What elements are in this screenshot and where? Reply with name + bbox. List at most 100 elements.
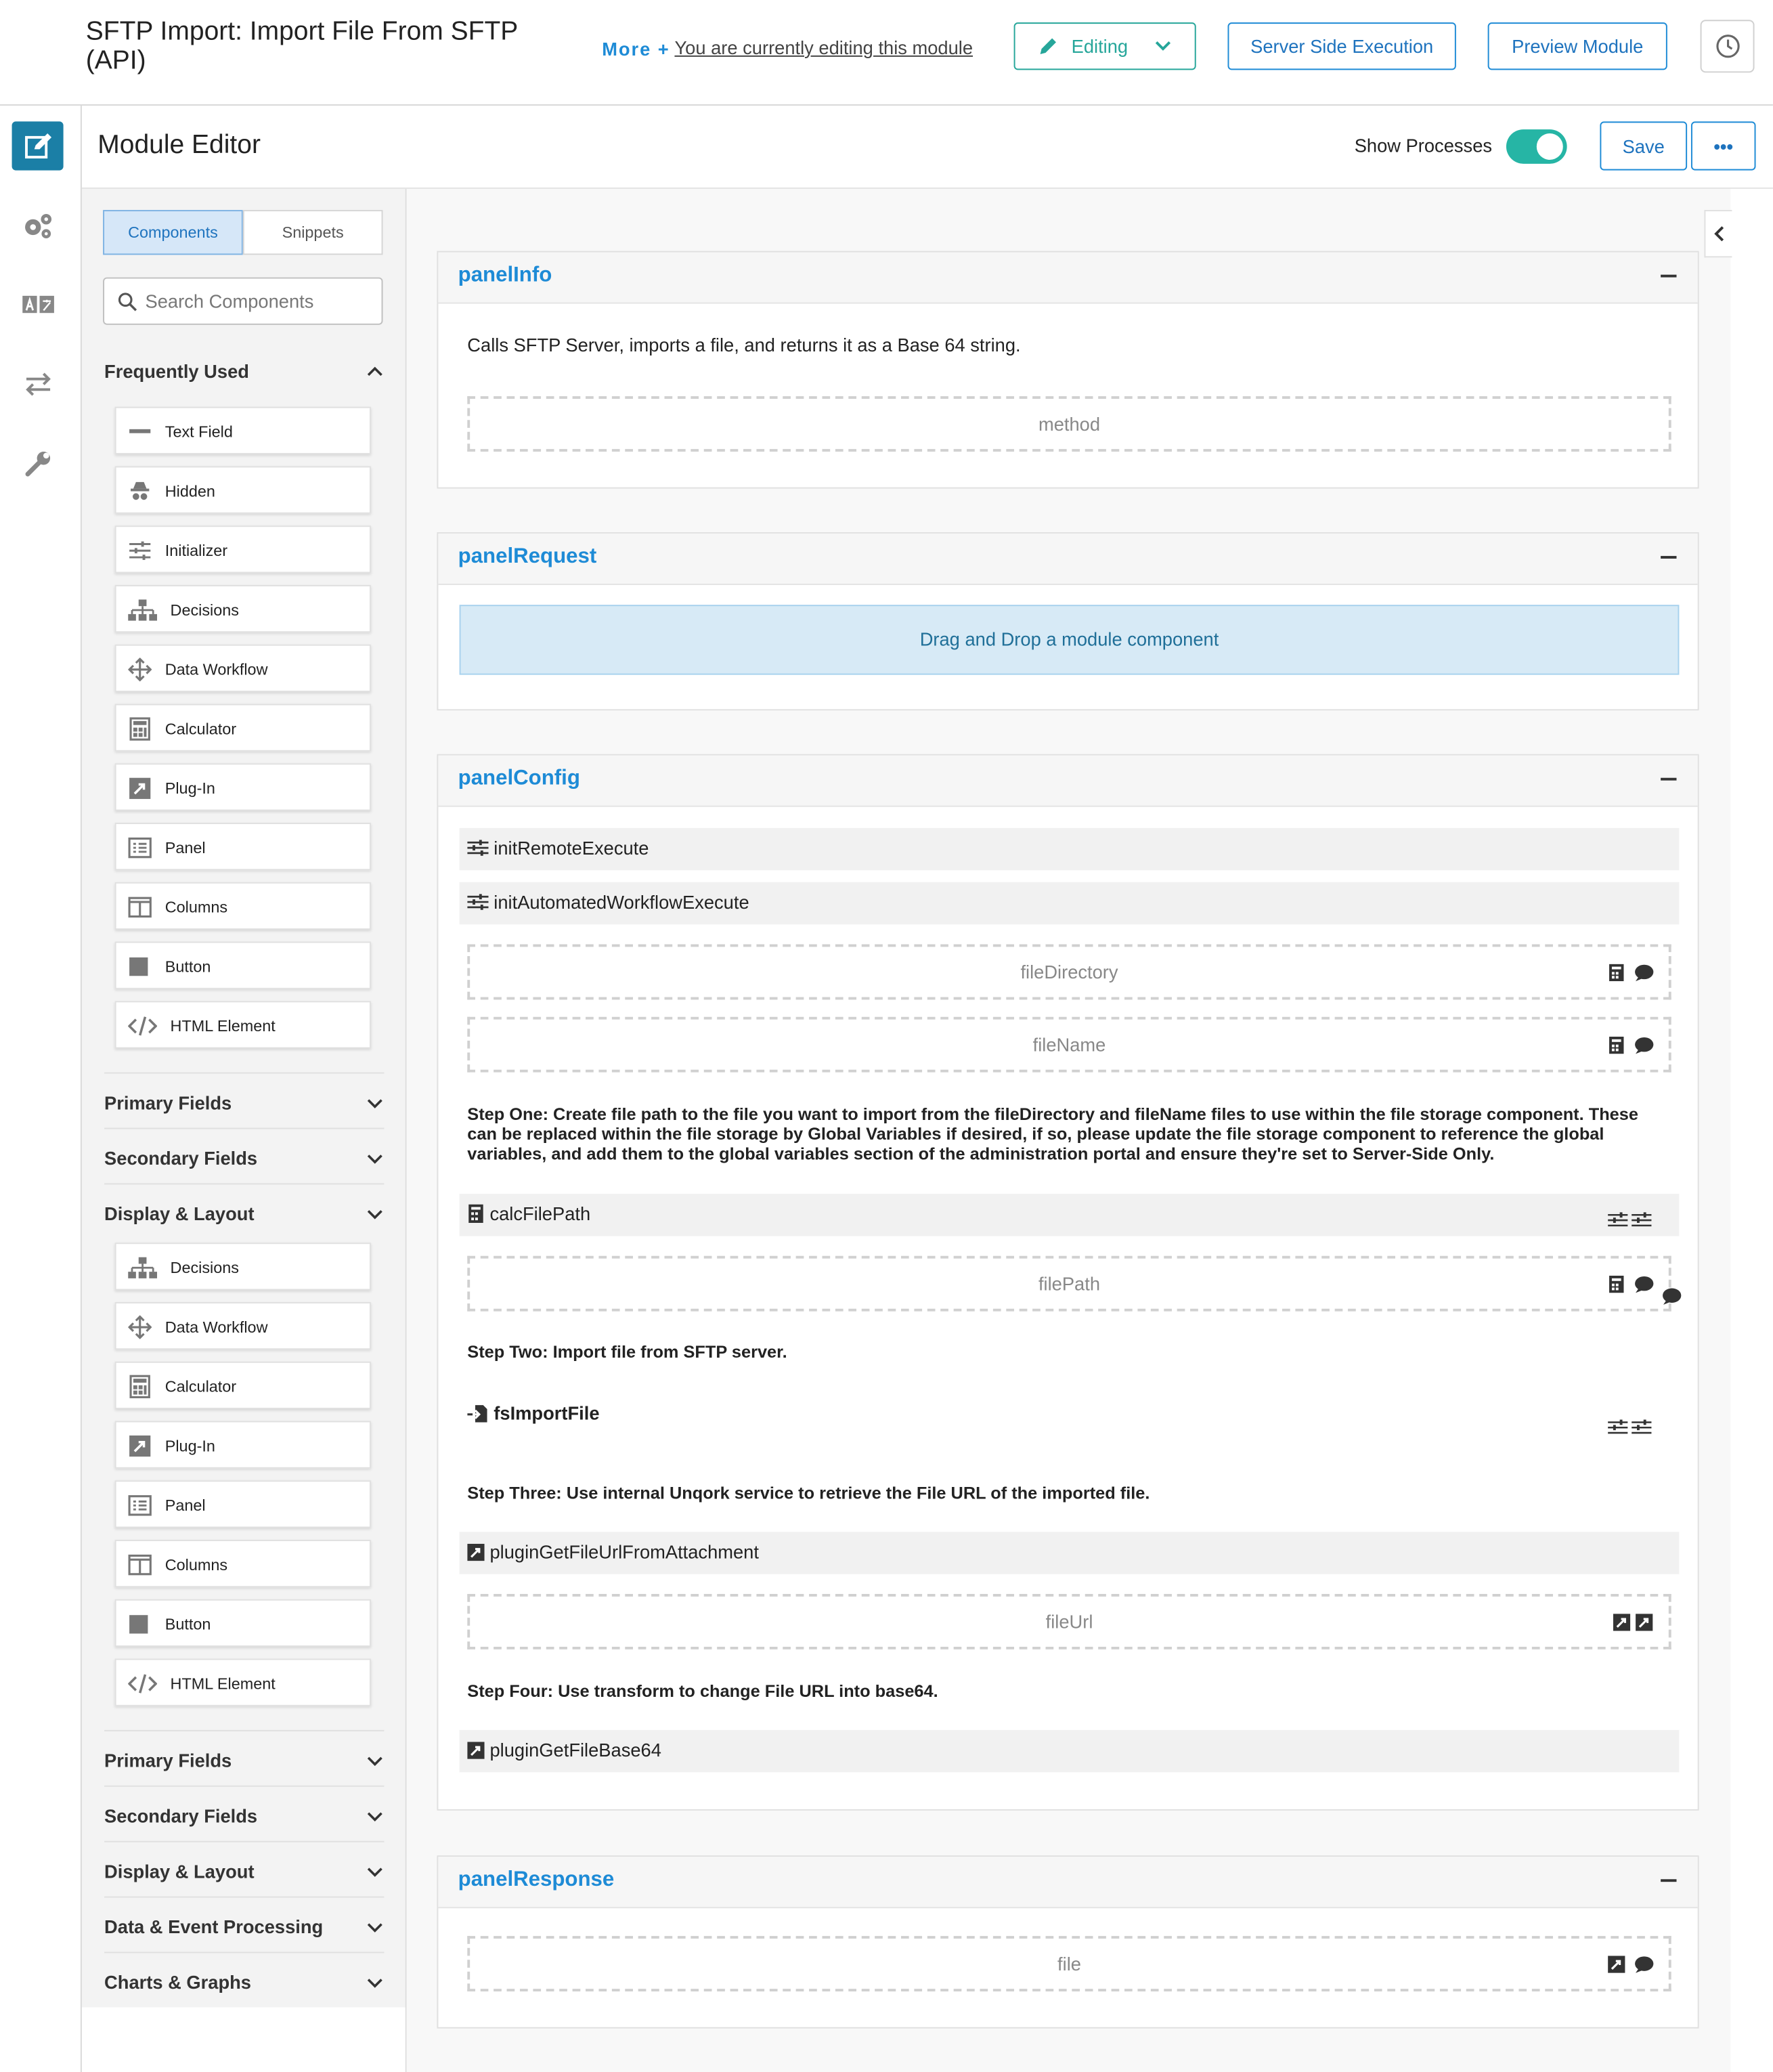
- component-key: pluginGetFileUrlFromAttachment: [489, 1541, 759, 1563]
- step-three-text: Step Three: Use internal Unqork service …: [467, 1483, 1150, 1503]
- section-data-event-processing[interactable]: Data & Event Processing: [104, 1916, 384, 1937]
- divider: [104, 1785, 385, 1787]
- step-two-text: Step Two: Import file from SFTP server.: [467, 1341, 787, 1362]
- comment-icon: [1635, 1956, 1654, 1973]
- panel-title: panelRequest: [458, 545, 597, 568]
- save-button[interactable]: Save: [1600, 121, 1688, 171]
- component-key: pluginGetFileBase64: [489, 1739, 661, 1761]
- more-link[interactable]: More +: [602, 39, 670, 60]
- rail-translations[interactable]: [12, 280, 64, 328]
- component-label: Decisions: [170, 1258, 240, 1277]
- show-processes-toggle[interactable]: [1506, 129, 1567, 164]
- calculator-icon: [468, 1204, 483, 1223]
- chevron-down-icon: [367, 1979, 382, 1988]
- chevron-down-icon: [367, 1099, 382, 1108]
- rail-module-editor[interactable]: [12, 121, 64, 171]
- history-button[interactable]: [1700, 20, 1755, 73]
- section-frequently-used[interactable]: Frequently Used: [104, 360, 384, 382]
- drop-zone[interactable]: Drag and Drop a module component: [459, 605, 1680, 675]
- divider: [104, 1951, 385, 1954]
- section-display-layout[interactable]: Display & Layout: [104, 1203, 384, 1224]
- collapse-panel-button[interactable]: [1704, 210, 1732, 258]
- divider: [104, 1729, 385, 1731]
- component-decisions[interactable]: Decisions: [114, 1243, 371, 1291]
- section-secondary-fields[interactable]: Secondary Fields: [104, 1805, 384, 1826]
- minimize-icon[interactable]: [1661, 777, 1677, 781]
- component-html-element[interactable]: HTML Element: [114, 1001, 371, 1049]
- minimize-icon[interactable]: [1661, 1879, 1677, 1882]
- section-label: Primary Fields: [104, 1092, 232, 1114]
- file-storage-fs-import-file[interactable]: fsImportFile: [467, 1400, 1679, 1444]
- plugin-icon: [467, 1741, 485, 1758]
- component-label: Initializer: [165, 541, 228, 560]
- component-button[interactable]: Button: [114, 1599, 371, 1647]
- component-panel[interactable]: Panel: [114, 823, 371, 871]
- panel-request[interactable]: panelRequest Drag and Drop a module comp…: [437, 532, 1699, 711]
- panel-info[interactable]: panelInfo Calls SFTP Server, imports a f…: [437, 251, 1699, 489]
- component-html-element[interactable]: HTML Element: [114, 1658, 371, 1706]
- section-label: Secondary Fields: [104, 1805, 258, 1827]
- tab-snippets[interactable]: Snippets: [242, 210, 383, 255]
- component-calculator[interactable]: Calculator: [114, 704, 371, 752]
- hidden-field-file-url[interactable]: fileUrl: [467, 1594, 1671, 1649]
- panel-response[interactable]: panelResponse file: [437, 1855, 1699, 2029]
- initializer-init-automated-workflow-execute[interactable]: initAutomatedWorkflowExecute: [459, 882, 1680, 925]
- component-key: initRemoteExecute: [494, 837, 649, 859]
- component-initializer[interactable]: Initializer: [114, 525, 371, 574]
- component-columns[interactable]: Columns: [114, 1540, 371, 1588]
- preview-module-button[interactable]: Preview Module: [1487, 22, 1667, 70]
- chevron-left-icon: [1714, 226, 1724, 242]
- data-workflow-icon: [128, 1315, 152, 1339]
- section-secondary-fields[interactable]: Secondary Fields: [104, 1148, 384, 1169]
- editing-dropdown[interactable]: Editing: [1013, 22, 1196, 70]
- section-primary-fields[interactable]: Primary Fields: [104, 1092, 384, 1113]
- calculator-calc-file-path[interactable]: calcFilePath: [459, 1194, 1680, 1236]
- more-options-button[interactable]: •••: [1690, 121, 1756, 171]
- rail-settings[interactable]: [12, 200, 64, 249]
- minimize-icon[interactable]: [1661, 274, 1677, 278]
- plugin-get-file-url-from-attachment[interactable]: pluginGetFileUrlFromAttachment: [459, 1532, 1680, 1574]
- html-element-icon: [128, 1674, 158, 1693]
- comment-icon: [1635, 1276, 1654, 1293]
- search-components-input[interactable]: Search Components: [103, 277, 383, 325]
- plugin-get-file-base64[interactable]: pluginGetFileBase64: [459, 1729, 1680, 1773]
- component-calculator[interactable]: Calculator: [114, 1361, 371, 1409]
- module-editor-header: Module Editor Show Processes Save •••: [81, 106, 1773, 189]
- component-panel[interactable]: Panel: [114, 1480, 371, 1528]
- server-side-execution-button[interactable]: Server Side Execution: [1227, 22, 1456, 70]
- columns-icon: [128, 897, 152, 918]
- section-charts-graphs[interactable]: Charts & Graphs: [104, 1972, 384, 1993]
- rail-transfer[interactable]: [12, 359, 64, 408]
- button-icon: [129, 957, 148, 976]
- hidden-field-file-name[interactable]: fileName: [467, 1016, 1671, 1073]
- initializer-init-remote-execute[interactable]: initRemoteExecute: [459, 827, 1680, 871]
- component-plugin[interactable]: Plug-In: [114, 763, 371, 811]
- hidden-field-method[interactable]: method: [467, 396, 1671, 452]
- panel-icon: [128, 1495, 152, 1516]
- panel-title: panelConfig: [458, 767, 580, 790]
- component-columns[interactable]: Columns: [114, 882, 371, 930]
- component-decisions[interactable]: Decisions: [114, 584, 371, 633]
- component-data-workflow[interactable]: Data Workflow: [114, 644, 371, 692]
- panel-config[interactable]: panelConfig initRemoteExecute initAutoma…: [437, 754, 1699, 1811]
- section-display-layout[interactable]: Display & Layout: [104, 1861, 384, 1882]
- minimize-icon[interactable]: [1661, 556, 1677, 559]
- chevron-down-icon: [367, 1812, 382, 1821]
- initializer-icon: [467, 894, 489, 910]
- component-label: Columns: [165, 1555, 228, 1574]
- component-label: Panel: [165, 838, 206, 857]
- rail-tools[interactable]: [12, 438, 64, 487]
- component-plugin[interactable]: Plug-In: [114, 1421, 371, 1469]
- component-button[interactable]: Button: [114, 941, 371, 989]
- chevron-down-icon: [367, 1210, 382, 1220]
- hidden-field-file-path[interactable]: filePath: [467, 1255, 1671, 1312]
- tab-components[interactable]: Components: [103, 210, 243, 255]
- editing-note-link[interactable]: You are currently editing this module: [674, 37, 973, 58]
- component-hidden[interactable]: Hidden: [114, 466, 371, 514]
- hidden-field-file[interactable]: file: [467, 1936, 1671, 1992]
- component-text-field[interactable]: Text Field: [114, 406, 371, 454]
- plugin-icon: [129, 1435, 151, 1457]
- hidden-field-file-directory[interactable]: fileDirectory: [467, 944, 1671, 1000]
- section-primary-fields[interactable]: Primary Fields: [104, 1750, 384, 1771]
- component-data-workflow[interactable]: Data Workflow: [114, 1301, 371, 1350]
